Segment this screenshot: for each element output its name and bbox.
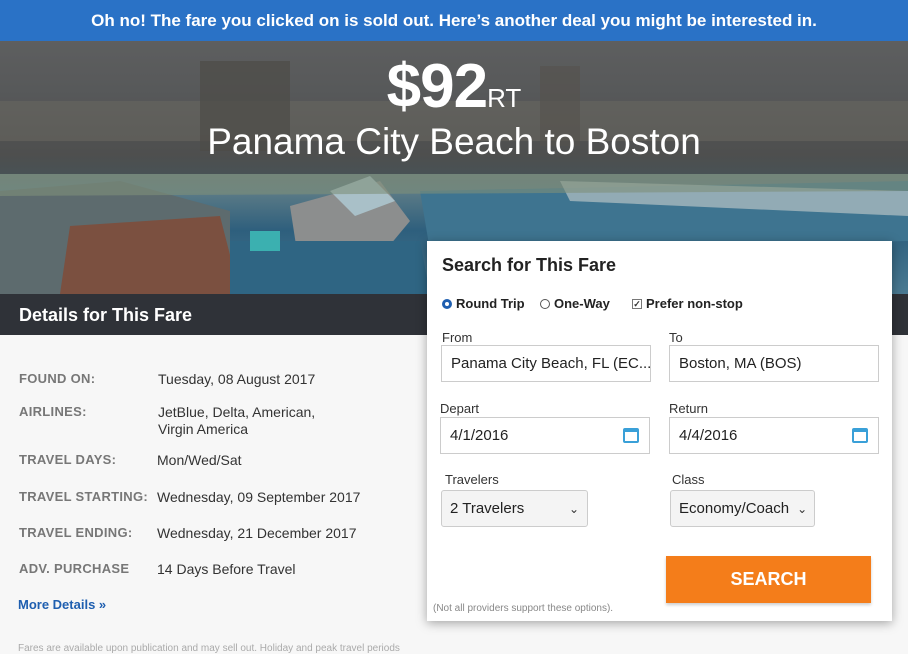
details-title: Details for This Fare (19, 305, 193, 325)
checkbox-checked-icon[interactable]: ✓ (632, 298, 642, 309)
detail-value: JetBlue, Delta, American, (158, 404, 316, 420)
travelers-label: Travelers (445, 472, 499, 487)
fare-details: FOUND ON: Tuesday, 08 August 2017 AIRLIN… (0, 335, 430, 654)
class-value: Economy/Coach (679, 500, 790, 517)
fare-price: $92RT (0, 51, 908, 122)
sold-out-banner: Oh no! The fare you clicked on is sold o… (0, 0, 908, 41)
prefer-nonstop-option[interactable]: ✓ Prefer non-stop (632, 296, 743, 311)
radio-icon[interactable] (540, 298, 550, 309)
round-trip-option[interactable]: Round Trip (442, 296, 525, 311)
return-label: Return (669, 401, 709, 416)
detail-value: Tuesday, 08 August 2017 (158, 371, 316, 387)
banner-text: Oh no! The fare you clicked on is sold o… (91, 10, 817, 30)
detail-value: Mon/Wed/Sat (157, 452, 242, 468)
calendar-icon[interactable] (623, 428, 639, 443)
chevron-down-icon: ⌄ (568, 501, 579, 516)
detail-label: FOUND ON: (19, 371, 96, 386)
detail-value: 14 Days Before Travel (157, 561, 296, 577)
class-select[interactable]: Economy/Coach ⌄ (670, 490, 815, 527)
to-label: To (669, 330, 683, 345)
detail-label: TRAVEL DAYS: (19, 452, 117, 467)
depart-label: Depart (440, 401, 480, 416)
depart-date-field[interactable]: 4/1/2016 (440, 417, 650, 454)
travelers-select[interactable]: 2 Travelers ⌄ (441, 490, 588, 527)
search-panel-title: Search for This Fare (442, 255, 617, 275)
return-date-field[interactable]: 4/4/2016 (669, 417, 879, 454)
detail-label: TRAVEL ENDING: (19, 525, 133, 540)
fare-route: Panama City Beach to Boston (207, 121, 701, 162)
chevron-down-icon: ⌄ (797, 501, 808, 516)
depart-value: 4/1/2016 (450, 427, 509, 444)
from-value: Panama City Beach, FL (EC... (451, 355, 651, 372)
travelers-value: 2 Travelers (450, 500, 525, 517)
to-value: Boston, MA (BOS) (679, 355, 802, 372)
from-label: From (442, 330, 473, 345)
radio-selected-icon[interactable] (442, 298, 452, 309)
calendar-icon[interactable] (852, 428, 868, 443)
detail-label: ADV. PURCHASE (19, 561, 130, 576)
detail-value-line2: Virgin America (158, 421, 249, 437)
to-field[interactable]: Boston, MA (BOS) (669, 345, 879, 382)
price-suffix: RT (487, 83, 522, 113)
providers-note: (Not all providers support these options… (433, 603, 614, 614)
search-panel: Search for This Fare Round Trip One-Way … (427, 241, 892, 621)
prefer-nonstop-label: Prefer non-stop (646, 296, 743, 311)
one-way-label: One-Way (554, 296, 610, 311)
detail-value: Wednesday, 21 December 2017 (157, 525, 357, 541)
round-trip-label: Round Trip (456, 296, 525, 311)
detail-label: AIRLINES: (19, 404, 87, 419)
price-amount: $92 (386, 52, 488, 121)
class-label: Class (672, 472, 705, 487)
detail-value: Wednesday, 09 September 2017 (157, 489, 361, 505)
more-details-link[interactable]: More Details » (18, 597, 106, 612)
detail-label: TRAVEL STARTING: (19, 489, 149, 504)
one-way-option[interactable]: One-Way (540, 296, 610, 311)
search-button[interactable]: SEARCH (666, 556, 871, 603)
return-value: 4/4/2016 (679, 427, 738, 444)
from-field[interactable]: Panama City Beach, FL (EC... (441, 345, 651, 382)
